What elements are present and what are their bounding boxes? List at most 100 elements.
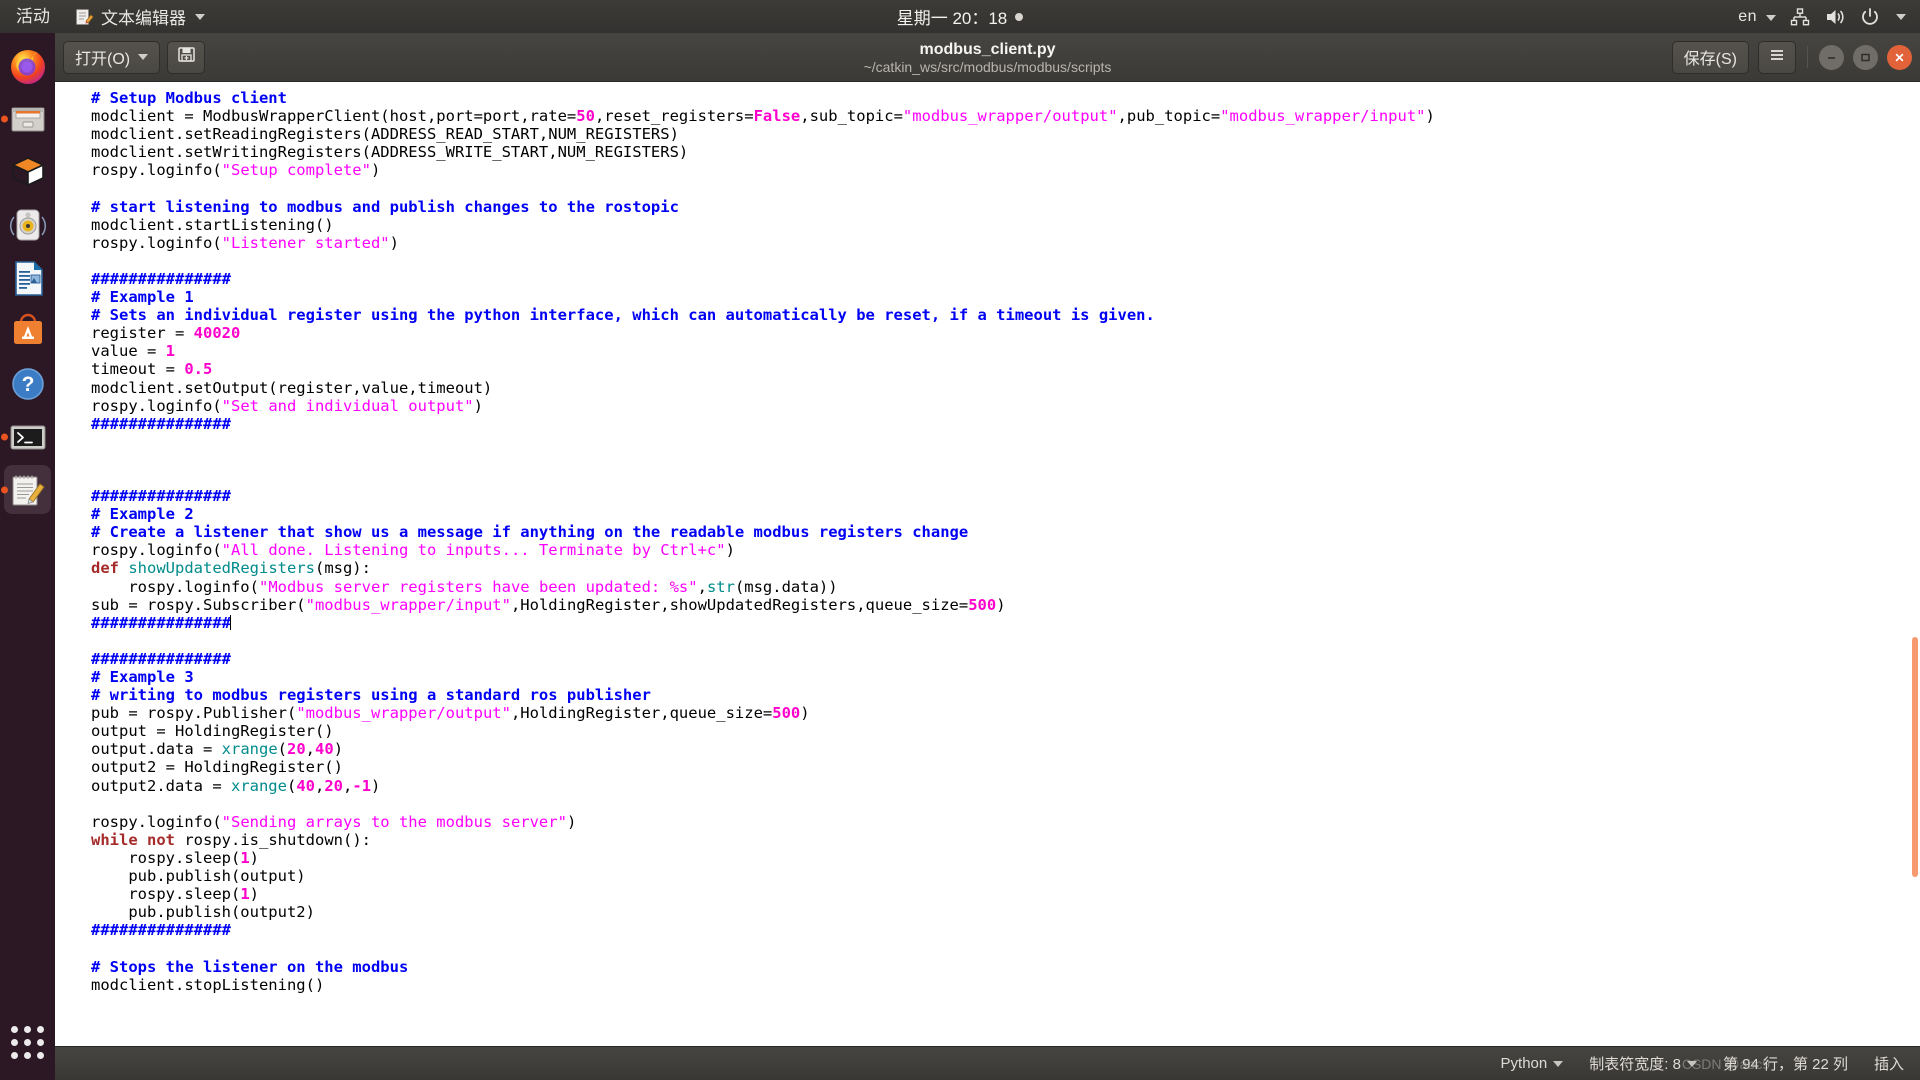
- clock-button[interactable]: 星期一 20：18: [897, 4, 1024, 29]
- editor-viewport[interactable]: # Setup Modbus client modclient = ModbusW…: [55, 82, 1920, 1046]
- cursor-position-indicator: 第 94 行，第 22 列: [1723, 1053, 1848, 1074]
- tab-width-selector[interactable]: 制表符宽度: 8: [1589, 1053, 1697, 1074]
- header-right-controls: 保存(S): [1671, 40, 1912, 74]
- chevron-down-icon: [1766, 14, 1776, 21]
- dock-item-ubuntu-software[interactable]: [0, 304, 55, 357]
- software-box-icon: [7, 151, 49, 193]
- code-line: while not rospy.is_shutdown():: [91, 830, 371, 849]
- language-selector[interactable]: Python: [1501, 1055, 1564, 1072]
- libreoffice-writer-icon: [7, 257, 49, 299]
- code-line: # Example 3: [91, 668, 194, 686]
- help-icon: ?: [7, 363, 49, 405]
- code-line: modclient.startListening(): [91, 215, 334, 234]
- code-line: # Stops the listener on the modbus: [91, 957, 409, 976]
- firefox-icon: [7, 45, 49, 87]
- code-line: rospy.loginfo("All done. Listening to in…: [91, 541, 735, 560]
- insert-mode-label: 插入: [1873, 1056, 1904, 1073]
- code-line: register = 40020: [91, 324, 241, 343]
- open-file-label: 打开(O): [75, 51, 131, 68]
- code-line: rospy.loginfo("Modbus server registers h…: [91, 577, 838, 596]
- code-line: ###############: [91, 487, 231, 506]
- header-left-controls: 打开(O): [63, 40, 206, 74]
- code-line: modclient.setReadingRegisters(ADDRESS_RE…: [91, 125, 679, 144]
- code-line: pub.publish(output): [91, 867, 306, 886]
- volume-icon[interactable]: [1824, 6, 1846, 28]
- show-applications-grid-icon: [11, 1025, 44, 1059]
- code-line: # Create a listener that show us a messa…: [91, 523, 969, 542]
- show-applications-button[interactable]: [0, 1012, 55, 1072]
- window-subtitle-path: ~/catkin_ws/src/modbus/modbus/scripts: [863, 58, 1112, 75]
- code-line: ###############: [91, 649, 231, 668]
- editor-status-bar: CSDN @abc9 Python 制表符宽度: 8 第 94 行，第 22 列…: [55, 1046, 1920, 1080]
- maximize-window-button[interactable]: [1853, 44, 1878, 70]
- code-line: # writing to modbus registers using a st…: [91, 686, 651, 705]
- code-line: ###############: [91, 414, 231, 433]
- top-bar-left: 活动 文本编辑器: [0, 0, 215, 33]
- chevron-down-icon: [138, 54, 149, 60]
- save-button[interactable]: 保存(S): [1671, 40, 1749, 74]
- code-line: output2 = HoldingRegister(): [91, 758, 343, 777]
- code-text-area[interactable]: # Setup Modbus client modclient = ModbusW…: [55, 82, 1920, 994]
- dock-item-firefox[interactable]: [0, 39, 55, 92]
- save-icon-button[interactable]: [167, 40, 206, 74]
- app-menu-button[interactable]: 文本编辑器: [64, 0, 215, 33]
- code-line: modclient.stopListening(): [91, 975, 325, 994]
- power-icon[interactable]: [1859, 6, 1881, 28]
- keyboard-layout-button[interactable]: en: [1738, 8, 1776, 26]
- vertical-scrollbar[interactable]: [1910, 82, 1920, 1046]
- close-window-button[interactable]: [1887, 44, 1912, 70]
- top-bar-right: en: [1738, 0, 1920, 33]
- code-line: rospy.sleep(1): [91, 848, 259, 867]
- code-line: pub.publish(output2): [91, 903, 315, 922]
- cursor-position-label: 第 94 行，第 22 列: [1722, 1056, 1848, 1073]
- code-line: rospy.loginfo("Setup complete"): [91, 161, 381, 180]
- dock-item-files[interactable]: [0, 92, 55, 145]
- code-line: def showUpdatedRegisters(msg):: [91, 559, 371, 578]
- dock-item-help[interactable]: ?: [0, 357, 55, 410]
- activities-button[interactable]: 活动: [0, 0, 64, 33]
- tab-width-label: 制表符宽度: 8: [1589, 1056, 1681, 1073]
- app-menu-label: 文本编辑器: [101, 9, 186, 28]
- open-file-button[interactable]: 打开(O): [63, 40, 161, 74]
- code-line: ###############: [91, 921, 231, 940]
- network-icon[interactable]: [1789, 6, 1811, 28]
- files-icon: [7, 98, 49, 140]
- dock-item-terminal[interactable]: [0, 410, 55, 463]
- dock-item-rhythmbox[interactable]: [0, 198, 55, 251]
- desktop-screen: 活动 文本编辑器 星期一 20：18 en ? 打开(O) modbus_cli…: [0, 0, 1920, 1080]
- running-indicator-dot: [1, 433, 8, 440]
- code-line: rospy.loginfo("Set and individual output…: [91, 396, 483, 415]
- rhythmbox-icon: [7, 204, 49, 246]
- chevron-down-icon: [1553, 1060, 1564, 1067]
- code-line: # start listening to modbus and publish …: [91, 197, 679, 216]
- minimize-window-button[interactable]: [1819, 44, 1844, 70]
- vertical-scrollbar-thumb[interactable]: [1912, 637, 1918, 877]
- code-line: pub = rospy.Publisher("modbus_wrapper/ou…: [91, 704, 810, 723]
- running-indicator-dot: [1, 486, 8, 493]
- code-line: ###############: [91, 269, 231, 288]
- top-bar-center: 星期一 20：18: [0, 0, 1920, 33]
- code-line: timeout = 0.5: [91, 360, 213, 379]
- code-line: rospy.loginfo("Sending arrays to the mod…: [91, 812, 577, 831]
- code-line: value = 1: [91, 342, 175, 361]
- keyboard-layout-label: en: [1738, 7, 1758, 25]
- header-divider: [1807, 46, 1808, 68]
- code-line: modclient.setOutput(register,value,timeo…: [91, 378, 493, 397]
- code-line: modclient.setWritingRegisters(ADDRESS_WR…: [91, 143, 689, 162]
- code-line: output2.data = xrange(40,20,-1): [91, 776, 381, 795]
- dock-item-text-editor[interactable]: [0, 463, 55, 516]
- dock-item-libreoffice-writer[interactable]: [0, 251, 55, 304]
- chevron-down-icon[interactable]: [1896, 13, 1906, 20]
- hamburger-menu-button[interactable]: [1758, 40, 1796, 74]
- chevron-down-icon: [195, 13, 205, 20]
- dock-item-ubuntu-software-box[interactable]: [0, 145, 55, 198]
- text-editor-window: 打开(O) modbus_client.py ~/catkin_ws/src/m…: [55, 33, 1920, 1080]
- code-line: modclient = ModbusWrapperClient(host,por…: [91, 107, 1435, 126]
- system-top-bar: 活动 文本编辑器 星期一 20：18 en: [0, 0, 1920, 33]
